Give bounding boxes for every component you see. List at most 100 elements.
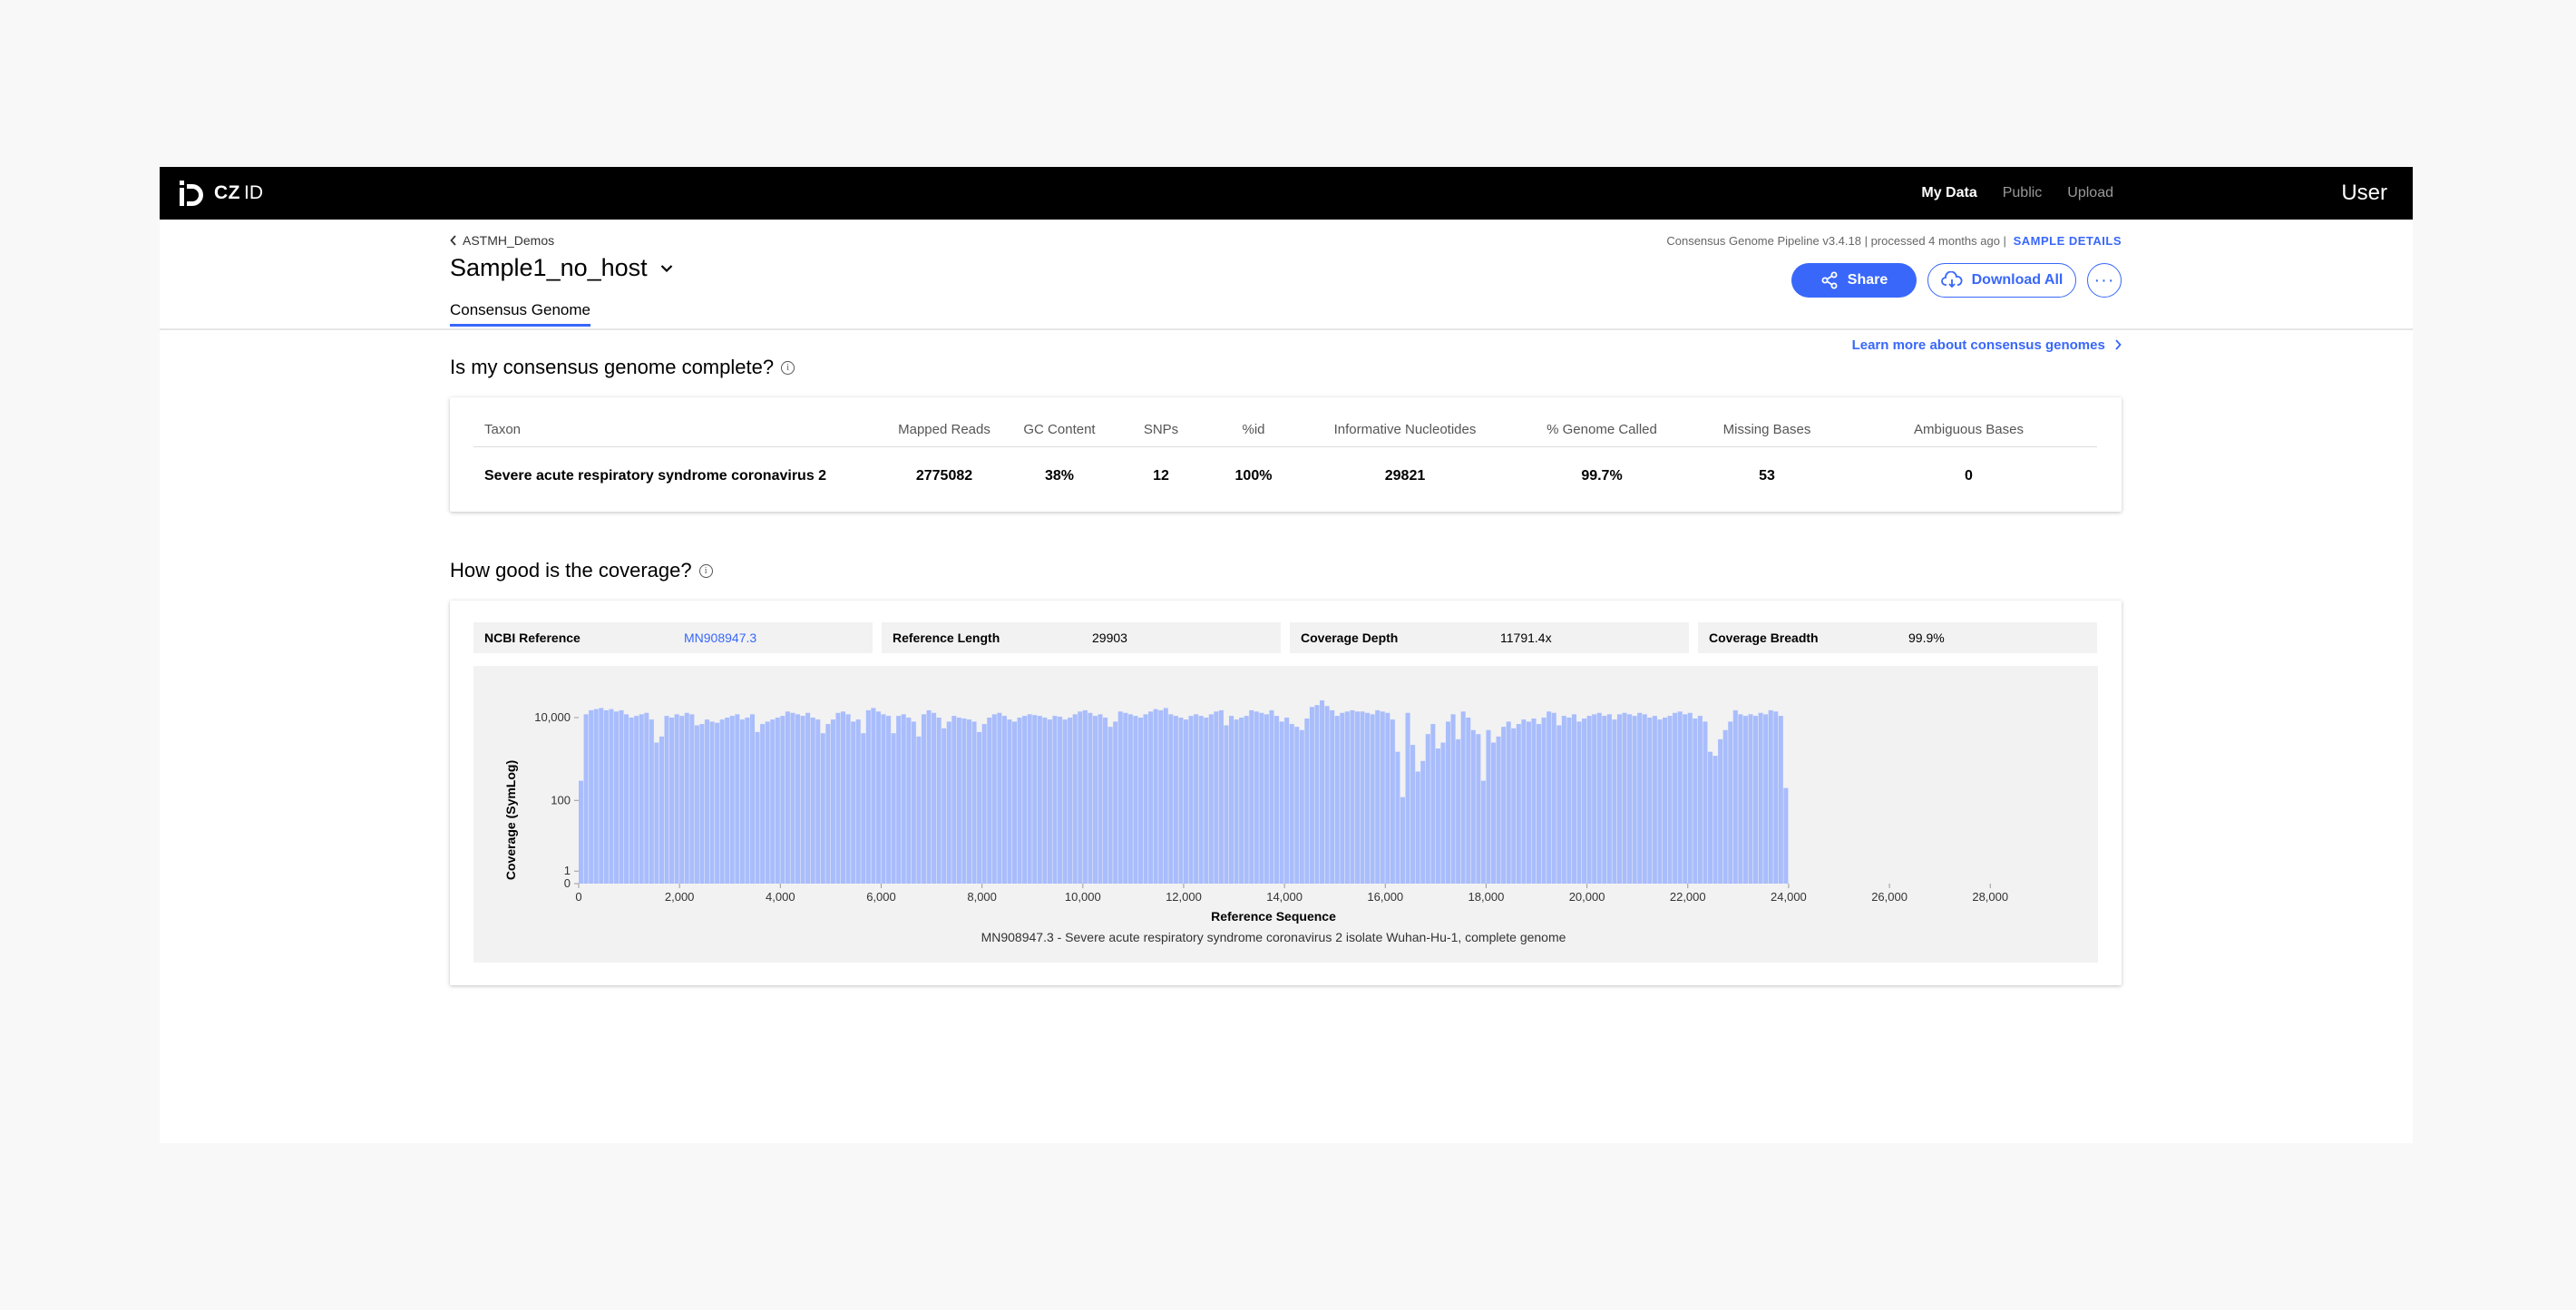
coverage-bar[interactable] xyxy=(639,714,644,884)
coverage-bar[interactable] xyxy=(881,714,886,884)
coverage-bar[interactable] xyxy=(1683,714,1688,884)
coverage-bar[interactable] xyxy=(1612,719,1617,884)
coverage-bar[interactable] xyxy=(926,709,932,884)
coverage-bar[interactable] xyxy=(1582,719,1587,884)
coverage-bar[interactable] xyxy=(1158,709,1164,884)
coverage-bar[interactable] xyxy=(1107,727,1113,884)
coverage-bar[interactable] xyxy=(1153,709,1158,884)
coverage-bar[interactable] xyxy=(659,736,664,884)
coverage-bar[interactable] xyxy=(1208,714,1214,884)
coverage-bar[interactable] xyxy=(1123,712,1128,884)
coverage-bar[interactable] xyxy=(709,721,715,884)
coverage-bar[interactable] xyxy=(739,719,745,884)
coverage-bar[interactable] xyxy=(1148,711,1154,884)
coverage-bar[interactable] xyxy=(1531,719,1537,884)
coverage-bar[interactable] xyxy=(1718,738,1723,884)
coverage-bar[interactable] xyxy=(1445,721,1451,884)
coverage-bar[interactable] xyxy=(1062,719,1068,884)
coverage-bar[interactable] xyxy=(841,711,846,884)
coverage-bar[interactable] xyxy=(1753,716,1759,884)
coverage-bar[interactable] xyxy=(1244,716,1249,884)
coverage-bar[interactable] xyxy=(1728,721,1733,884)
coverage-bar[interactable] xyxy=(1092,716,1098,884)
coverage-bar[interactable] xyxy=(624,714,629,884)
coverage-bar[interactable] xyxy=(1320,699,1325,884)
coverage-bar[interactable] xyxy=(1430,724,1436,884)
coverage-bar[interactable] xyxy=(1687,712,1693,884)
coverage-bar[interactable] xyxy=(951,716,957,884)
coverage-bar[interactable] xyxy=(865,709,871,884)
coverage-bar[interactable] xyxy=(1274,716,1280,884)
coverage-bar[interactable] xyxy=(1405,712,1410,884)
coverage-bar[interactable] xyxy=(1360,711,1365,884)
coverage-bar[interactable] xyxy=(715,722,720,884)
coverage-bar[interactable] xyxy=(644,712,649,884)
user-menu[interactable]: User xyxy=(2341,167,2387,220)
coverage-bar[interactable] xyxy=(1667,716,1673,884)
tab-consensus-genome[interactable]: Consensus Genome xyxy=(450,301,590,327)
more-options-button[interactable]: ··· xyxy=(2087,263,2122,298)
coverage-bar[interactable] xyxy=(1214,711,1219,884)
coverage-bar[interactable] xyxy=(1637,712,1643,884)
coverage-bar[interactable] xyxy=(719,719,725,884)
coverage-bar[interactable] xyxy=(1027,714,1032,884)
coverage-bar[interactable] xyxy=(1088,712,1093,884)
coverage-bar[interactable] xyxy=(1456,738,1461,884)
coverage-bar[interactable] xyxy=(1521,719,1527,884)
coverage-bar[interactable] xyxy=(1340,712,1345,884)
sample-details-link[interactable]: SAMPLE DETAILS xyxy=(2014,234,2122,248)
coverage-bar[interactable] xyxy=(1289,724,1294,884)
coverage-bar[interactable] xyxy=(1103,717,1108,884)
coverage-bar[interactable] xyxy=(1677,711,1683,884)
coverage-bar[interactable] xyxy=(1490,742,1497,884)
coverage-bar[interactable] xyxy=(1642,714,1647,884)
coverage-bar[interactable] xyxy=(1269,709,1274,884)
coverage-bar[interactable] xyxy=(1516,724,1521,884)
coverage-bar[interactable] xyxy=(1647,717,1653,884)
coverage-bar[interactable] xyxy=(961,719,967,884)
coverage-bar[interactable] xyxy=(634,716,639,884)
coverage-bar[interactable] xyxy=(871,708,876,884)
coverage-bar[interactable] xyxy=(1264,714,1269,884)
coverage-bar[interactable] xyxy=(987,717,992,884)
learn-more-link[interactable]: Learn more about consensus genomes xyxy=(1852,337,2122,353)
coverage-bar[interactable] xyxy=(1425,734,1430,884)
coverage-bar[interactable] xyxy=(749,714,756,884)
coverage-bar[interactable] xyxy=(1596,712,1602,884)
coverage-bar[interactable] xyxy=(1309,707,1314,884)
coverage-bar[interactable] xyxy=(1224,725,1229,884)
coverage-bar[interactable] xyxy=(1324,706,1330,884)
coverage-bar[interactable] xyxy=(1234,719,1239,884)
coverage-bar[interactable] xyxy=(725,717,730,884)
coverage-bar[interactable] xyxy=(1330,709,1335,884)
coverage-bar[interactable] xyxy=(800,716,805,884)
coverage-bar[interactable] xyxy=(589,709,594,884)
coverage-bar[interactable] xyxy=(745,717,750,884)
coverage-bar[interactable] xyxy=(1113,721,1118,884)
coverage-bar[interactable] xyxy=(1450,714,1456,884)
coverage-bar[interactable] xyxy=(966,719,972,884)
coverage-bar[interactable] xyxy=(1098,714,1103,884)
coverage-bar[interactable] xyxy=(1032,715,1038,884)
coverage-bar[interactable] xyxy=(1420,760,1426,884)
coverage-bar[interactable] xyxy=(1011,721,1018,884)
coverage-bar[interactable] xyxy=(886,716,892,884)
coverage-bar[interactable] xyxy=(830,719,835,884)
coverage-bar[interactable] xyxy=(891,733,896,884)
coverage-bar[interactable] xyxy=(1703,721,1708,884)
coverage-bar[interactable] xyxy=(1334,716,1340,884)
coverage-bar[interactable] xyxy=(654,742,659,884)
coverage-bar[interactable] xyxy=(775,717,780,884)
coverage-bar[interactable] xyxy=(825,724,831,884)
coverage-bar[interactable] xyxy=(861,733,866,884)
coverage-bar[interactable] xyxy=(1127,714,1133,884)
coverage-bar[interactable] xyxy=(1763,714,1769,884)
coverage-bar[interactable] xyxy=(1133,716,1138,884)
share-button[interactable]: Share xyxy=(1791,263,1917,298)
coverage-bar[interactable] xyxy=(971,721,977,884)
coverage-bar[interactable] xyxy=(1350,709,1355,884)
coverage-bar[interactable] xyxy=(901,714,906,884)
coverage-bar[interactable] xyxy=(770,719,776,884)
coverage-bar[interactable] xyxy=(1137,717,1143,884)
coverage-bar[interactable] xyxy=(1385,712,1390,884)
